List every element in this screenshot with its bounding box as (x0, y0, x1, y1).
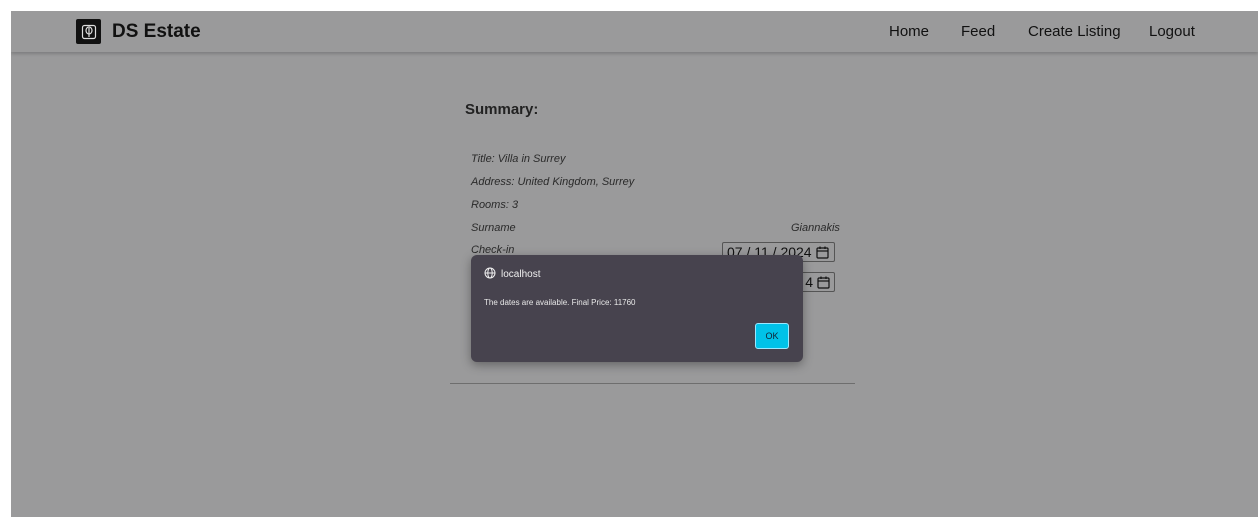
calendar-icon[interactable] (817, 276, 830, 289)
ok-button[interactable]: OK (755, 323, 789, 349)
dialog-origin: localhost (484, 267, 540, 282)
nav-feed-link[interactable]: Feed (961, 23, 995, 40)
calendar-icon[interactable] (815, 246, 829, 259)
surname-value: Giannakis (791, 222, 840, 234)
listing-rooms: Rooms: 3 (471, 199, 519, 211)
dialog-message: The dates are available. Final Price: 11… (484, 298, 636, 307)
dialog-origin-text: localhost (501, 269, 541, 280)
navbar: DS Estate Home Feed Create Listing Logou… (11, 11, 1258, 52)
globe-icon (484, 267, 496, 282)
nav-home-link[interactable]: Home (889, 23, 929, 40)
summary-heading: Summary: (465, 101, 539, 118)
checkout-date-value: 4 (805, 274, 813, 290)
nav-links: Home Feed Create Listing Logout (11, 23, 1258, 43)
summary-divider (450, 383, 855, 384)
surname-label: Surname (471, 222, 516, 234)
nav-logout-link[interactable]: Logout (1149, 23, 1195, 40)
listing-title: Title: Villa in Surrey (471, 153, 566, 165)
alert-dialog: localhost The dates are available. Final… (471, 255, 803, 362)
page-viewport: DS Estate Home Feed Create Listing Logou… (11, 11, 1258, 517)
listing-address: Address: United Kingdom, Surrey (471, 176, 635, 188)
nav-create-listing-link[interactable]: Create Listing (1028, 23, 1121, 40)
